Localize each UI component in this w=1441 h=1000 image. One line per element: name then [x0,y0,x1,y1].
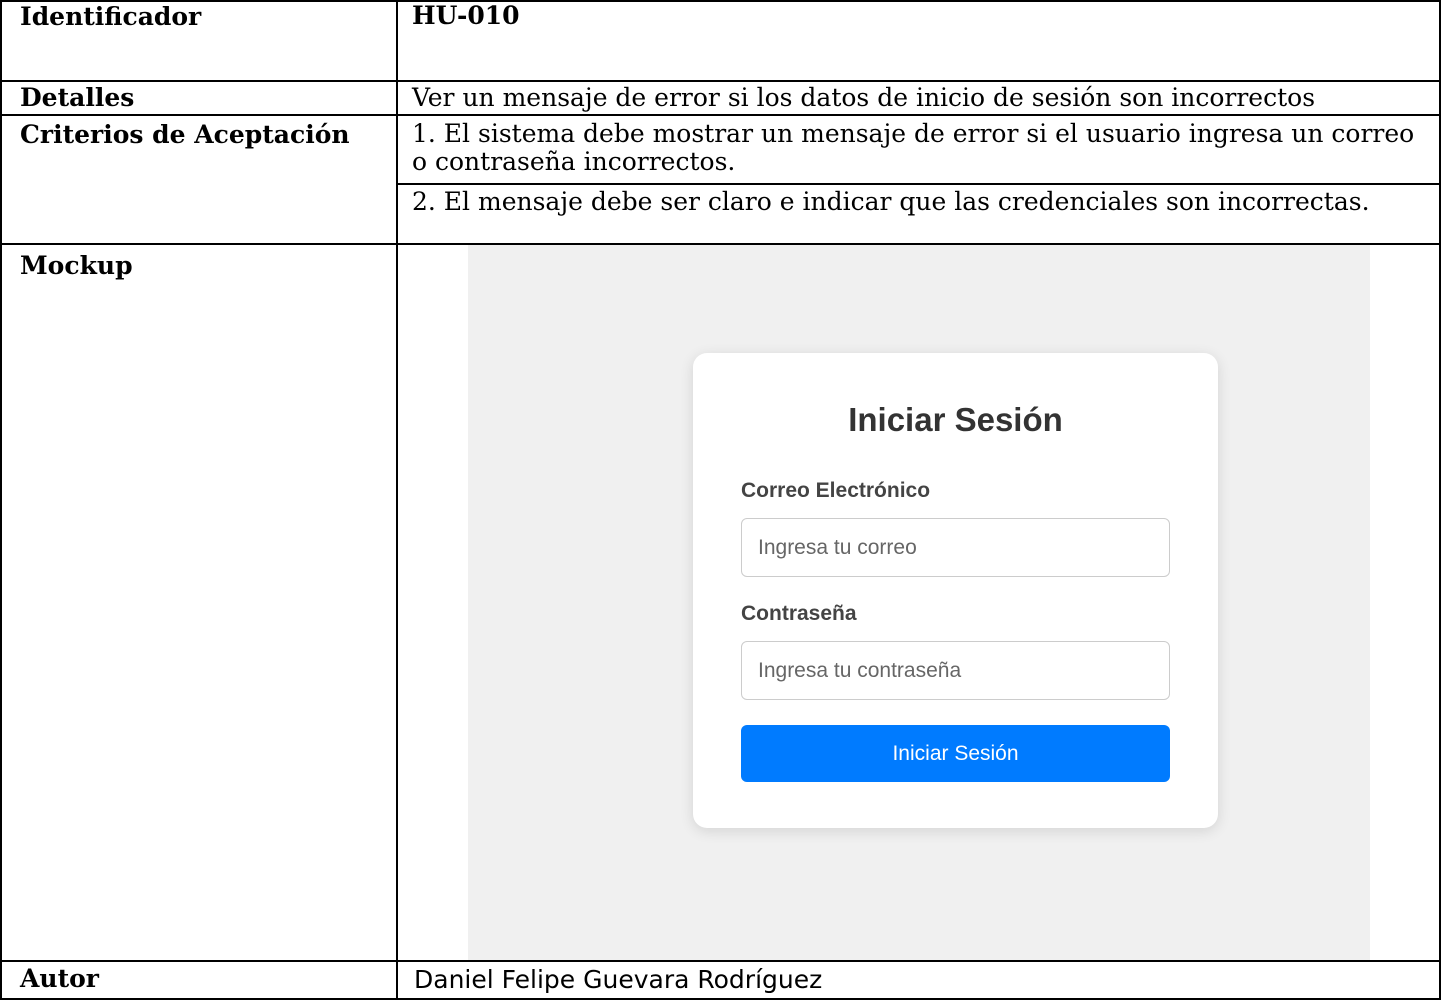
password-label: Contraseña [741,602,857,625]
login-submit-button[interactable]: Iniciar Sesión [741,725,1170,782]
criteria-item-1-line-1: 1. El sistema debe mostrar un mensaje de… [412,119,1415,148]
details-label: Detalles [20,83,135,112]
login-title: Iniciar Sesión [848,401,1063,438]
row-criteria: Criterios de Aceptación 1. El sistema de… [0,116,1441,243]
mockup-image: Iniciar Sesión Correo Electrónico Contra… [468,245,1370,960]
author-label: Autor [20,964,99,993]
row-identifier: Identificador HU-010 [0,0,1441,80]
email-label: Correo Electrónico [741,479,931,502]
email-input[interactable] [741,518,1170,577]
row-details: Detalles Ver un mensaje de error si los … [0,82,1441,114]
criteria-item-1-line-2: o contraseña incorrectos. [412,147,736,176]
author-value: Daniel Felipe Guevara Rodríguez [414,965,823,994]
login-card: Iniciar Sesión Correo Electrónico Contra… [693,353,1218,828]
details-value: Ver un mensaje de error si los datos de … [412,83,1316,112]
identifier-value: HU-010 [412,1,520,30]
mockup-label: Mockup [20,251,133,280]
criteria-divider [398,183,1441,185]
criteria-item-2: 2. El mensaje debe ser claro e indicar q… [412,187,1370,216]
identifier-label: Identificador [20,2,202,31]
criteria-label: Criterios de Aceptación [20,120,350,149]
password-input[interactable] [741,641,1170,700]
row-author: Autor Daniel Felipe Guevara Rodríguez [0,962,1441,1000]
